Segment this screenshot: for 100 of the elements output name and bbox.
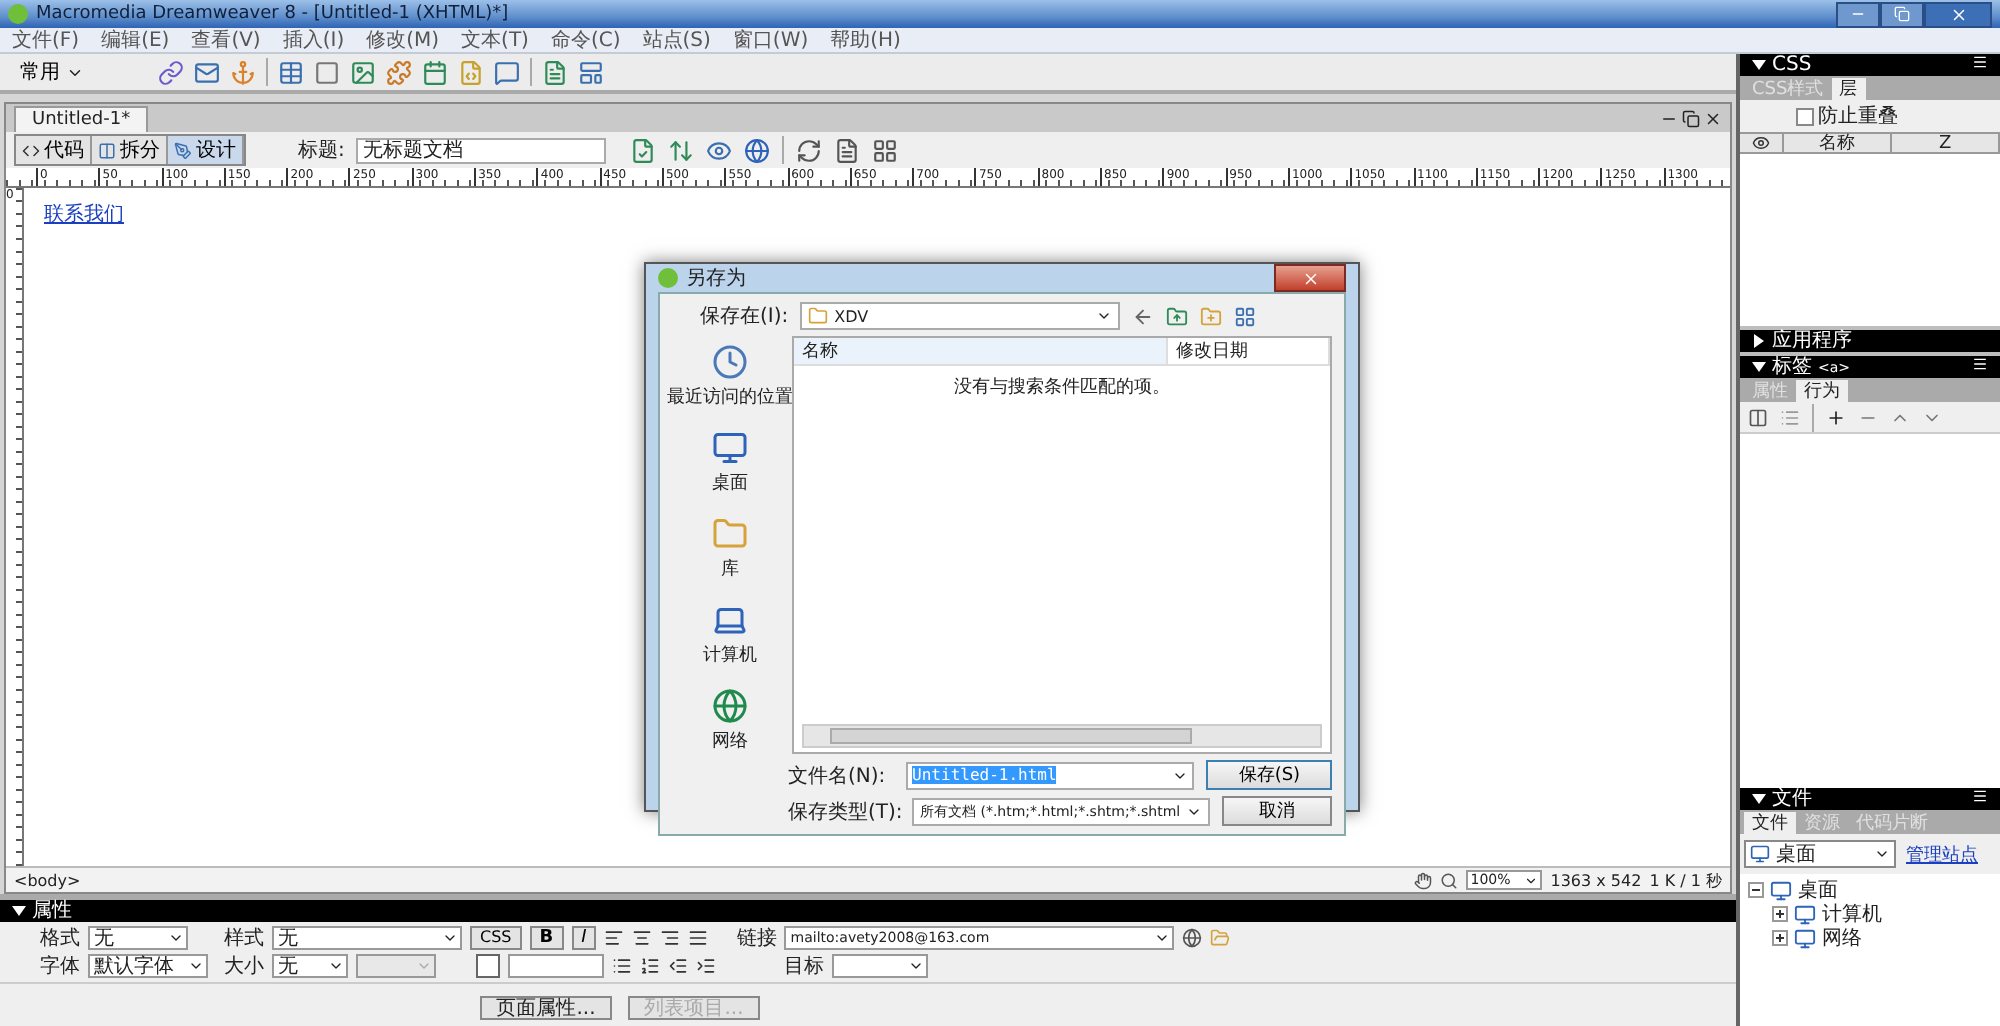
view-menu-icon[interactable] xyxy=(1234,305,1257,327)
css-button[interactable]: CSS xyxy=(470,925,522,949)
target-dropdown[interactable] xyxy=(832,953,928,977)
maximize-button[interactable] xyxy=(1880,1,1924,27)
globe-icon[interactable] xyxy=(744,137,771,163)
caret-down-icon[interactable] xyxy=(12,904,26,918)
window-size[interactable]: 1363 x 542 xyxy=(1550,871,1642,889)
menu-item[interactable]: 查看(V) xyxy=(191,26,261,54)
place-item[interactable]: 网络 xyxy=(712,688,748,754)
manage-sites-link[interactable]: 管理站点 xyxy=(1906,841,1978,867)
color-swatch[interactable] xyxy=(476,953,500,977)
panel-tab[interactable]: 文件 xyxy=(1744,812,1796,834)
size-dropdown[interactable]: 无 xyxy=(272,953,348,977)
column-header[interactable]: 名称 xyxy=(794,338,1169,364)
panel-tab[interactable]: 行为 xyxy=(1796,380,1848,402)
caret-right-icon[interactable] xyxy=(1752,334,1766,348)
checkbox[interactable] xyxy=(1796,107,1814,125)
dialog-button[interactable]: 保存(S) xyxy=(1206,760,1332,790)
column-header[interactable]: Z xyxy=(1892,134,2000,152)
hand-icon[interactable] xyxy=(1414,871,1433,889)
indent-icon[interactable] xyxy=(696,955,716,975)
caret-down-icon[interactable] xyxy=(1752,360,1766,374)
template-icon[interactable] xyxy=(578,59,604,85)
format-dropdown[interactable]: 无 xyxy=(88,925,188,949)
expand-icon[interactable] xyxy=(1772,930,1788,946)
link-icon[interactable] xyxy=(158,59,184,85)
menu-item[interactable]: 帮助(H) xyxy=(830,26,901,54)
comment-icon[interactable] xyxy=(494,59,520,85)
panel-header[interactable]: 属性 xyxy=(0,900,1736,922)
panel-header[interactable]: 应用程序 xyxy=(1740,330,2000,352)
tree-item[interactable]: 计算机 xyxy=(1822,900,1882,928)
panel-header[interactable]: 文件 xyxy=(1740,788,2000,810)
place-item[interactable]: 桌面 xyxy=(712,430,748,496)
panel-button[interactable]: 页面属性... xyxy=(480,996,612,1020)
up-folder-icon[interactable] xyxy=(1166,305,1189,327)
tree-item[interactable]: 网络 xyxy=(1822,924,1862,952)
restore-icon[interactable] xyxy=(1682,109,1700,127)
italic-button[interactable]: I xyxy=(571,925,597,949)
color-field[interactable] xyxy=(508,953,604,977)
place-item[interactable]: 计算机 xyxy=(703,602,757,668)
view-button[interactable]: 拆分 xyxy=(92,136,168,164)
document-tab[interactable]: Untitled-1* xyxy=(14,106,149,132)
align-center-icon[interactable] xyxy=(632,927,653,947)
folder-dropdown[interactable]: XDV xyxy=(800,302,1121,330)
place-item[interactable]: 库 xyxy=(712,516,748,582)
numbered-list-icon[interactable] xyxy=(640,955,660,975)
column-header[interactable]: 名称 xyxy=(1784,134,1893,152)
category-dropdown[interactable]: 常用 xyxy=(20,58,84,86)
menu-item[interactable]: 插入(I) xyxy=(282,26,345,54)
file-transfer-icon[interactable] xyxy=(668,137,695,163)
tree-item[interactable]: 桌面 xyxy=(1798,876,1838,904)
horizontal-scrollbar[interactable] xyxy=(802,724,1322,748)
place-item[interactable]: 最近访问的位置 xyxy=(667,344,793,410)
justify-icon[interactable] xyxy=(688,927,709,947)
refresh-icon[interactable] xyxy=(796,137,823,163)
add-icon[interactable] xyxy=(1826,407,1846,427)
page-link[interactable]: 联系我们 xyxy=(44,204,124,226)
bold-button[interactable]: B xyxy=(529,925,564,949)
table-icon[interactable] xyxy=(278,59,304,85)
document-icon[interactable] xyxy=(542,59,568,85)
caret-down-icon[interactable] xyxy=(1752,58,1766,72)
panel-header[interactable]: CSS xyxy=(1740,54,2000,76)
minimize-button[interactable] xyxy=(1836,1,1880,27)
close-button[interactable] xyxy=(1274,264,1346,292)
title-field[interactable]: 无标题文档 xyxy=(356,137,607,163)
outdent-icon[interactable] xyxy=(668,955,688,975)
preview-icon[interactable] xyxy=(706,137,733,163)
view-button[interactable]: 设计 xyxy=(168,136,244,164)
style-dropdown[interactable]: 无 xyxy=(272,925,462,949)
menu-item[interactable]: 文件(F) xyxy=(12,26,80,54)
menu-item[interactable]: 站点(S) xyxy=(642,26,711,54)
menu-item[interactable]: 窗口(W) xyxy=(732,26,809,54)
validate-icon[interactable] xyxy=(630,137,657,163)
close-icon[interactable] xyxy=(1704,109,1722,127)
calendar-icon[interactable] xyxy=(422,59,448,85)
dialog-title: 另存为 xyxy=(686,265,746,292)
menu-item[interactable]: 编辑(E) xyxy=(101,26,170,54)
file-list[interactable]: 名称 修改日期 没有与搜索条件匹配的项。 xyxy=(792,336,1332,754)
dialog-button[interactable]: 取消 xyxy=(1222,796,1332,826)
align-left-icon[interactable] xyxy=(604,927,625,947)
site-dropdown[interactable]: 桌面 xyxy=(1744,840,1896,868)
align-right-icon[interactable] xyxy=(660,927,681,947)
menu-item[interactable]: 文本(T) xyxy=(461,26,529,54)
bullet-list-icon[interactable] xyxy=(612,955,632,975)
view-button[interactable]: 代码 xyxy=(16,136,92,164)
menu-item[interactable]: 命令(C) xyxy=(550,26,621,54)
tag-selector[interactable]: <body> xyxy=(14,871,81,889)
collapse-icon[interactable] xyxy=(1748,882,1764,898)
back-icon[interactable] xyxy=(1132,305,1155,327)
zoom-icon[interactable] xyxy=(1440,871,1459,889)
clock-icon xyxy=(712,344,748,380)
close-button[interactable] xyxy=(1924,1,1992,27)
mail-icon[interactable] xyxy=(194,59,220,85)
expand-icon[interactable] xyxy=(1772,906,1788,922)
panel-tab[interactable]: 层 xyxy=(1831,78,1866,100)
menu-item[interactable]: 修改(M) xyxy=(366,26,440,54)
field-label: 字体 xyxy=(40,953,80,979)
caret-down-icon[interactable] xyxy=(1752,792,1766,806)
font-dropdown[interactable]: 默认字体 xyxy=(88,953,208,977)
image-icon[interactable] xyxy=(350,59,376,85)
